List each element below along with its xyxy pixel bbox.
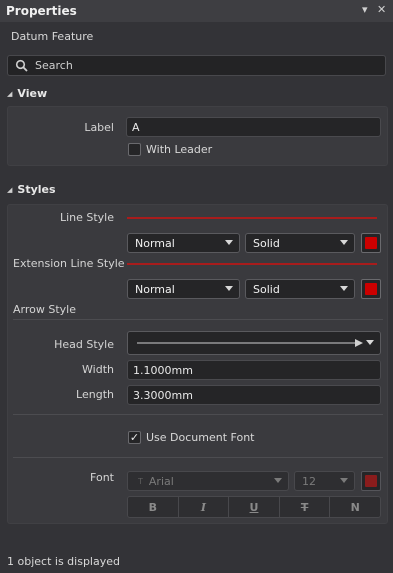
line-style-caption: Line Style [59, 211, 114, 224]
extension-line-width-dropdown[interactable]: Normal [127, 279, 240, 299]
arrow-style-divider [13, 319, 383, 320]
extension-line-pattern-dropdown[interactable]: Solid [245, 279, 355, 299]
chevron-down-icon [366, 340, 374, 345]
chevron-down-icon [340, 240, 348, 245]
extension-line-style-caption: Extension Line Style [13, 257, 125, 270]
normal-button[interactable]: N [330, 497, 380, 517]
head-style-caption: Head Style [54, 338, 114, 351]
font-section-divider [13, 457, 383, 458]
extension-line-style-preview [127, 263, 377, 265]
font-size-value: 12 [302, 474, 316, 488]
status-bar-text: 1 object is displayed [7, 555, 120, 568]
label-input[interactable]: A [126, 117, 381, 137]
properties-panel: Datum Feature Search ◢ View Label A With… [0, 22, 393, 573]
width-input[interactable]: 1.1000mm [127, 360, 381, 380]
panel-titlebar: Properties ▾ ✕ [0, 0, 393, 22]
color-fill [365, 237, 377, 249]
font-size-dropdown[interactable]: 12 [294, 471, 355, 491]
line-style-color-swatch[interactable] [361, 233, 381, 253]
arrow-style-caption: Arrow Style [13, 303, 76, 316]
search-input[interactable]: Search [35, 59, 73, 72]
font-caption: Font [90, 471, 114, 484]
with-leader-checkbox[interactable] [128, 143, 141, 156]
use-document-font-checkbox[interactable]: ✓ [128, 431, 141, 444]
head-style-dropdown[interactable] [127, 331, 381, 355]
styles-group: Line Style Normal Solid Extension Line S… [7, 204, 388, 524]
extension-line-width-value: Normal [135, 282, 175, 296]
pin-dropdown-icon[interactable]: ▾ [362, 3, 368, 16]
font-type-icon: T [138, 476, 143, 486]
styles-section-header[interactable]: ◢ Styles [7, 183, 56, 196]
arrow-preview-icon [137, 339, 363, 347]
color-fill [365, 283, 377, 295]
use-document-font-label: Use Document Font [146, 431, 255, 444]
extension-line-pattern-value: Solid [253, 282, 280, 296]
bold-button[interactable]: B [128, 497, 179, 517]
chevron-down-icon [340, 478, 348, 483]
font-family-value: Arial [148, 474, 174, 488]
collapse-triangle-icon[interactable]: ◢ [7, 90, 12, 98]
view-group: Label A With Leader [7, 106, 388, 166]
label-caption: Label [84, 121, 114, 134]
view-section-header[interactable]: ◢ View [7, 87, 47, 100]
extension-line-color-swatch[interactable] [361, 279, 381, 299]
chevron-down-icon [225, 240, 233, 245]
line-style-width-dropdown[interactable]: Normal [127, 233, 240, 253]
line-style-preview [127, 217, 377, 219]
with-leader-label: With Leader [146, 143, 213, 156]
length-caption: Length [76, 388, 114, 401]
width-caption: Width [82, 363, 114, 376]
search-icon [15, 59, 28, 72]
line-style-pattern-value: Solid [253, 236, 280, 250]
view-section-title: View [17, 87, 48, 100]
line-style-pattern-dropdown[interactable]: Solid [245, 233, 355, 253]
font-color-swatch[interactable] [361, 471, 381, 491]
chevron-down-icon [274, 478, 282, 483]
chevron-down-icon [225, 286, 233, 291]
chevron-down-icon [340, 286, 348, 291]
collapse-triangle-icon[interactable]: ◢ [7, 186, 12, 194]
italic-button[interactable]: I [178, 497, 230, 517]
font-format-toolbar: B I U T N [127, 496, 381, 518]
object-type-title: Datum Feature [11, 30, 94, 43]
panel-title: Properties [6, 4, 77, 18]
font-divider [13, 414, 383, 415]
length-input[interactable]: 3.3000mm [127, 385, 381, 405]
search-box[interactable]: Search [7, 55, 386, 76]
strikethrough-button[interactable]: T [279, 497, 331, 517]
font-family-dropdown[interactable]: T Arial [127, 471, 289, 491]
line-style-width-value: Normal [135, 236, 175, 250]
styles-section-title: Styles [17, 183, 56, 196]
close-icon[interactable]: ✕ [377, 3, 386, 16]
underline-button[interactable]: U [229, 497, 280, 517]
color-fill [365, 475, 377, 487]
